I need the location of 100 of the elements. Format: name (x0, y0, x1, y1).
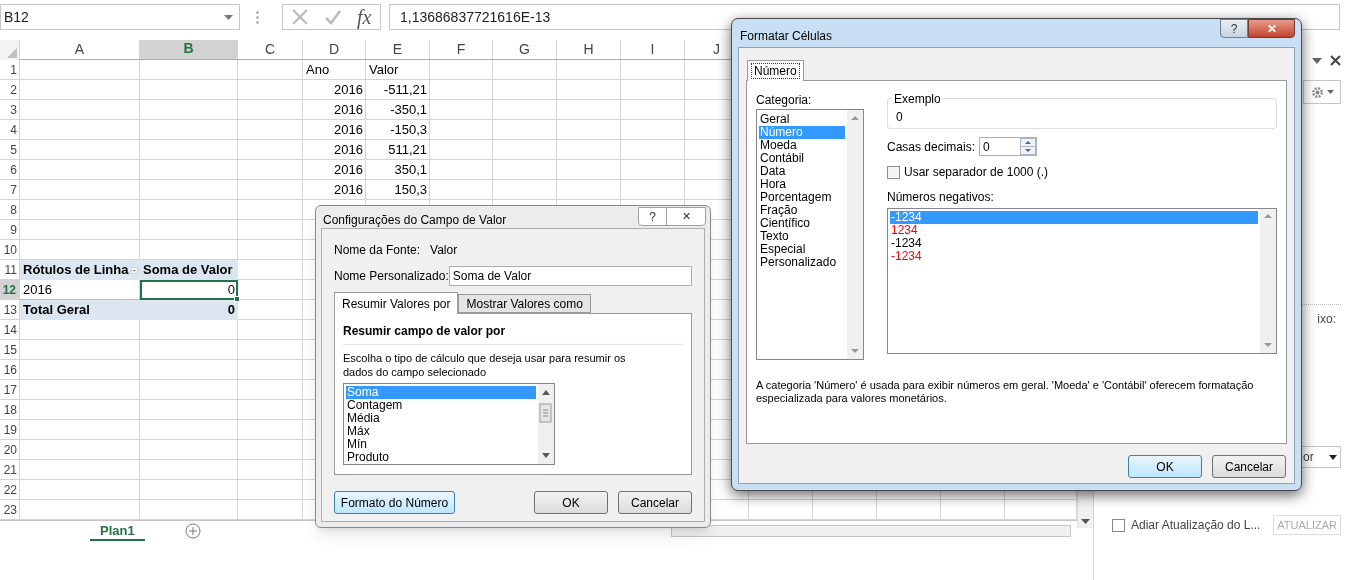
list-item[interactable]: -1234 (890, 237, 1258, 250)
row-header[interactable]: 4 (0, 120, 20, 140)
sample-value: 0 (896, 109, 903, 126)
table-cell-text: Rótulos de Linha (22, 261, 130, 280)
description-text: Escolha o tipo de cálculo que deseja usar para resumir os dados do campo selecionado (343, 351, 627, 379)
scrollbar-icon (847, 110, 863, 359)
row-header[interactable]: 20 (0, 440, 20, 460)
row-header[interactable]: 19 (0, 420, 20, 440)
name-box[interactable]: B12 (0, 4, 240, 30)
ok-button[interactable]: OK (534, 491, 608, 514)
list-item[interactable]: Fração (759, 204, 845, 217)
list-item[interactable]: Geral (759, 113, 845, 126)
table-cell-text: 2016 (333, 161, 364, 180)
field-label: Casas decimais: (887, 138, 977, 156)
row-header[interactable]: 9 (0, 220, 20, 240)
field-label: Nome da Fonte: (334, 242, 421, 259)
cancel-icon[interactable] (291, 8, 309, 26)
tab[interactable]: Mostrar Valores como (458, 294, 591, 313)
row-header[interactable]: 13 (0, 300, 20, 320)
add-sheet-icon[interactable] (184, 523, 201, 539)
list-item[interactable]: Personalizado (759, 256, 845, 269)
field-value: Valor (430, 242, 458, 259)
gear-icon (1310, 85, 1324, 99)
table-cell-text: 2016 (333, 181, 364, 200)
number-format-button[interactable]: Formato do Número (334, 491, 455, 514)
list-item[interactable]: Média (346, 412, 536, 425)
row-header[interactable]: 21 (0, 460, 20, 480)
field-label: Categoria: (756, 92, 813, 105)
row-header[interactable]: 15 (0, 340, 20, 360)
caret-icon[interactable] (1312, 57, 1322, 64)
list-item[interactable]: Texto (759, 230, 845, 243)
checkbox[interactable] (1112, 518, 1125, 532)
table-cell-text: 2016 (333, 121, 364, 140)
row-header[interactable]: 17 (0, 380, 20, 400)
table-cell: Soma de Valor (140, 260, 238, 280)
row-header[interactable]: 3 (0, 100, 20, 120)
list-item[interactable]: Máx (346, 425, 536, 438)
table-cell-text: -350,1 (389, 101, 428, 120)
row-header[interactable]: 18 (0, 400, 20, 420)
table-cell-text: 2016 (333, 141, 364, 160)
checkbox[interactable] (887, 165, 900, 179)
help-button[interactable]: ? (1220, 19, 1248, 38)
list-item[interactable]: Contagem (346, 399, 536, 412)
row-header[interactable]: 8 (0, 200, 20, 220)
row-header[interactable]: 14 (0, 320, 20, 340)
row-header[interactable]: 16 (0, 360, 20, 380)
list-item[interactable]: Mín (346, 438, 536, 451)
close-icon[interactable] (1330, 55, 1341, 66)
column-header[interactable]: B (140, 40, 238, 59)
row-header[interactable]: 23 (0, 500, 20, 520)
table-cell-text: 2016 (333, 81, 364, 100)
row-header[interactable]: 22 (0, 480, 20, 500)
list-item[interactable]: Data (759, 165, 845, 178)
row-header[interactable]: 2 (0, 80, 20, 100)
table-cell: Total Geral (20, 300, 140, 320)
spin-box[interactable]: 0 (979, 137, 1037, 156)
input-field[interactable]: Soma de Valor (448, 266, 692, 286)
table-cell[interactable]: 0 (140, 300, 238, 320)
field-label: ixo: (1317, 311, 1336, 328)
check-icon[interactable] (324, 8, 342, 26)
row-header[interactable]: 10 (0, 240, 20, 260)
fill-handle[interactable] (234, 296, 240, 302)
caret-icon (1326, 90, 1334, 94)
help-button[interactable]: ? (639, 208, 667, 225)
list-item[interactable]: Produto (346, 451, 536, 464)
checkbox-label[interactable]: Adiar Atualização do L... (1131, 516, 1261, 534)
field-label: Nome Personalizado: (334, 268, 449, 285)
tab[interactable]: Número (747, 60, 804, 81)
settings-button[interactable] (1303, 80, 1341, 104)
list-item[interactable]: Moeda (759, 139, 845, 152)
checkbox-label[interactable]: Usar separador de 1000 (.) (904, 163, 1049, 181)
row-header[interactable]: 6 (0, 160, 20, 180)
caret-icon (224, 14, 233, 20)
row-header[interactable]: 11 (0, 260, 20, 280)
list-item[interactable]: Científico (759, 217, 845, 230)
cancel-button[interactable]: Cancelar (1212, 455, 1286, 478)
list-item[interactable]: -1234 (890, 250, 1258, 263)
row-header[interactable]: 5 (0, 140, 20, 160)
table-cell-text: Ano (305, 61, 331, 80)
list-item[interactable]: Hora (759, 178, 845, 191)
list-item[interactable]: Contábil (759, 152, 845, 165)
function-button[interactable]: fx (357, 7, 372, 27)
row-header[interactable]: 12 (0, 280, 20, 300)
dialog-title: Configurações do Campo de Valor (323, 212, 507, 229)
caret-icon (1329, 454, 1337, 460)
table-cell[interactable]: 0 (140, 280, 238, 300)
scroll-down-icon[interactable] (1081, 519, 1090, 524)
spinner-arrows-icon[interactable] (1020, 138, 1036, 155)
close-button[interactable]: ✕ (667, 208, 705, 225)
row-header[interactable]: 7 (0, 180, 20, 200)
list-item[interactable]: 1234 (890, 224, 1258, 237)
ok-button[interactable]: OK (1128, 455, 1202, 478)
tab[interactable]: Resumir Valores por (334, 292, 459, 314)
list-item[interactable]: Porcentagem (759, 191, 845, 204)
table-cell-text: 350,1 (393, 161, 428, 180)
table-cell-text: -150,3 (389, 121, 428, 140)
row-header[interactable]: 1 (0, 60, 20, 80)
cancel-button[interactable]: Cancelar (618, 491, 692, 514)
horizontal-scrollbar[interactable] (670, 525, 1071, 537)
list-item[interactable]: Especial (759, 243, 845, 256)
